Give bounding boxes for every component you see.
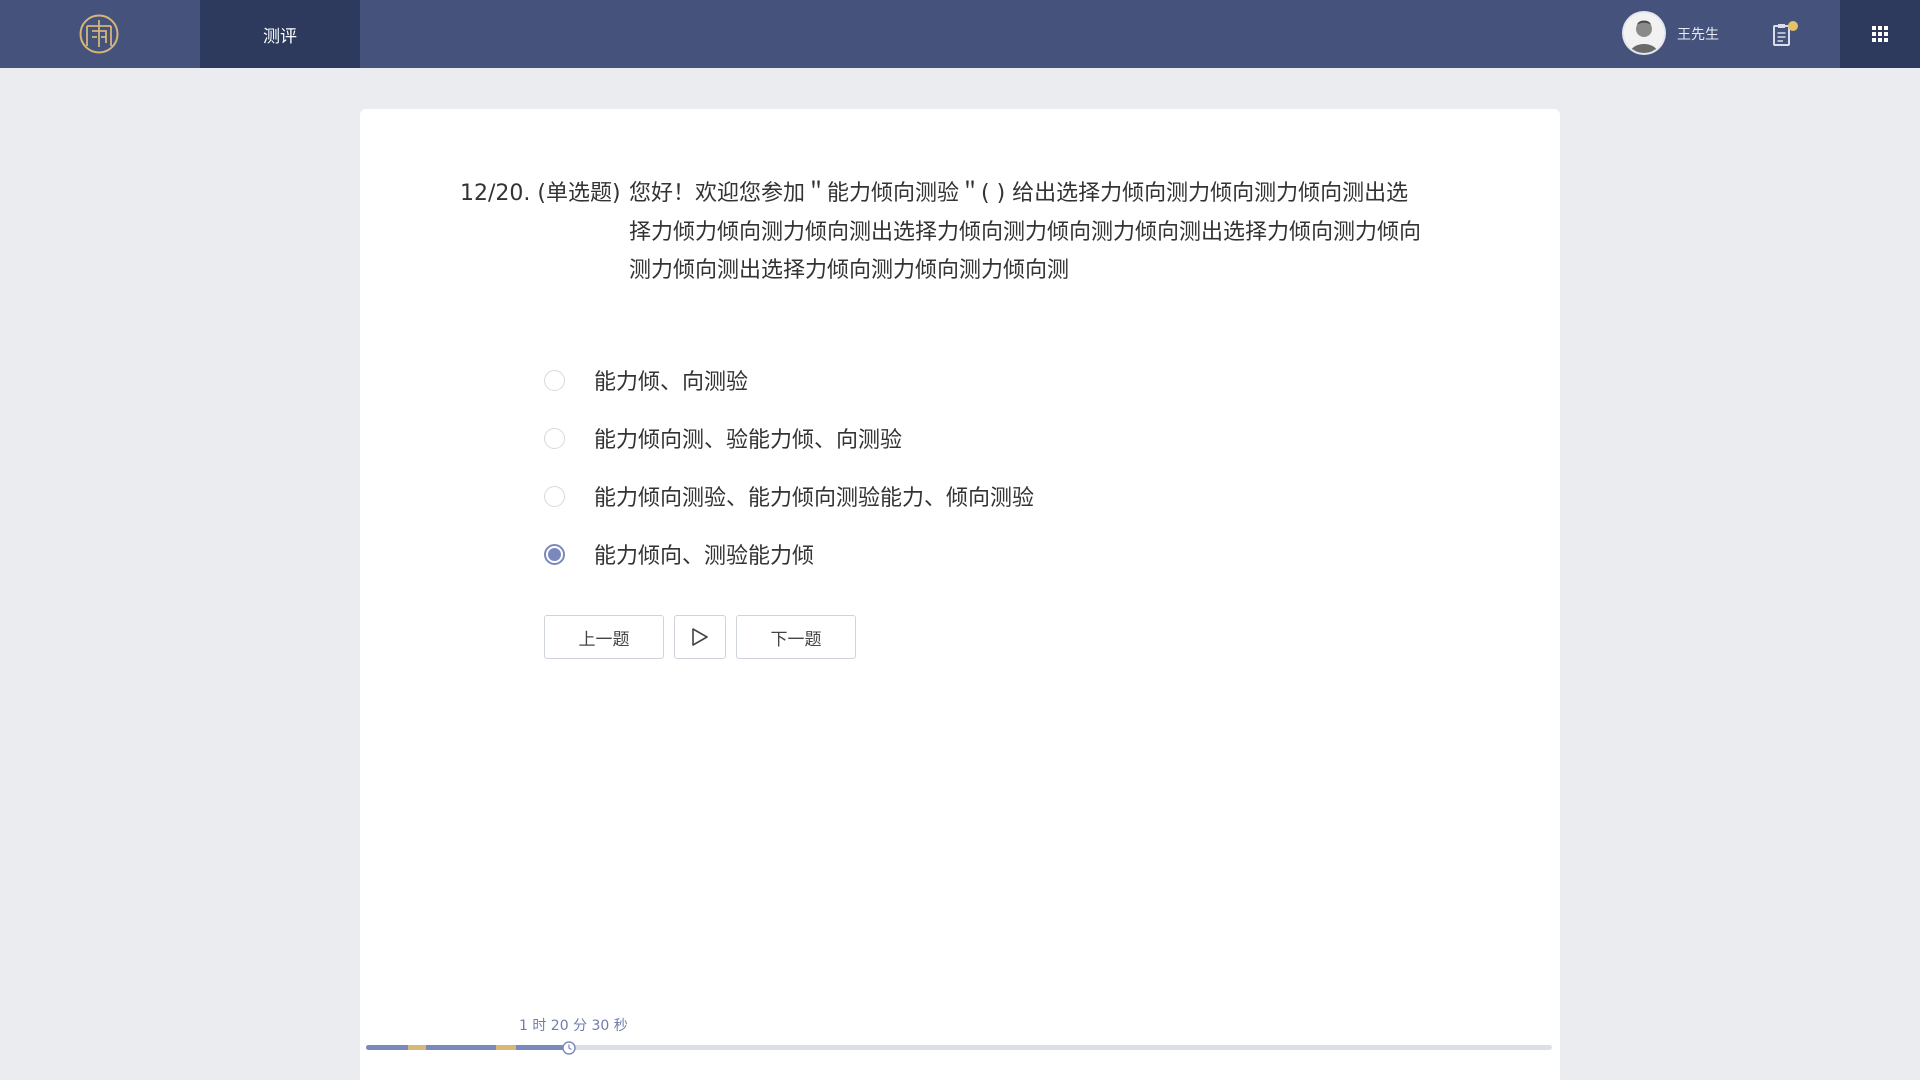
previous-question-button[interactable]: 上一题 (544, 615, 664, 659)
top-navigation-bar: 测评 王先生 (0, 0, 1920, 68)
apps-menu-button[interactable] (1840, 0, 1920, 68)
tab-assessment[interactable]: 测评 (200, 0, 360, 68)
elapsed-time: 1 时 20 分 30 秒 (519, 1018, 628, 1034)
radio-button-selected[interactable] (544, 543, 565, 565)
progress-segment (366, 1045, 408, 1050)
progress-segment (426, 1045, 496, 1050)
notification-badge (1788, 21, 1798, 31)
progress-segment (496, 1045, 516, 1050)
avatar[interactable] (1624, 13, 1664, 53)
question-number: 12/20. (单选题) (460, 181, 621, 206)
radio-button[interactable] (544, 369, 565, 391)
answer-option-label: 能力倾向测验、能力倾向测验能力、倾向测验 (594, 486, 1035, 511)
answer-option-c[interactable]: 能力倾向测验、能力倾向测验能力、倾向测验 (544, 467, 1034, 525)
answer-option-label: 能力倾、向测验 (594, 370, 749, 395)
previous-question-label: 上一题 (578, 629, 630, 650)
ornamental-emblem-icon[interactable] (78, 13, 120, 55)
user-name[interactable]: 王先生 (1677, 0, 1719, 68)
answer-option-d[interactable]: 能力倾向、测验能力倾 (544, 525, 1034, 583)
answer-option-a[interactable]: 能力倾、向测验 (544, 351, 1034, 409)
question-card: 12/20. (单选题) 您好！欢迎您参加＂能力倾向测验＂( ) 给出选择力倾向… (360, 109, 1560, 1080)
answer-option-b[interactable]: 能力倾向测、验能力倾、向测验 (544, 409, 1034, 467)
answer-option-label: 能力倾向、测验能力倾 (594, 544, 815, 569)
radio-button[interactable] (544, 427, 565, 449)
next-question-label: 下一题 (770, 629, 822, 650)
tab-assessment-label: 测评 (263, 26, 297, 47)
question-text: 您好！欢迎您参加＂能力倾向测验＂( ) 给出选择力倾向测力倾向测力倾向测出选择力… (629, 181, 1422, 283)
grid-apps-icon (1872, 26, 1888, 42)
next-question-button[interactable]: 下一题 (736, 615, 856, 659)
answer-options: 能力倾、向测验 能力倾向测、验能力倾、向测验 能力倾向测验、能力倾向测验能力、倾… (544, 351, 1034, 583)
progress-timeline[interactable] (366, 1041, 1552, 1055)
progress-segment (408, 1045, 426, 1050)
answer-option-label: 能力倾向测、验能力倾、向测验 (594, 428, 903, 453)
play-button[interactable] (674, 615, 726, 659)
radio-button[interactable] (544, 485, 565, 507)
clock-icon[interactable] (562, 1040, 576, 1055)
play-icon (692, 628, 708, 646)
